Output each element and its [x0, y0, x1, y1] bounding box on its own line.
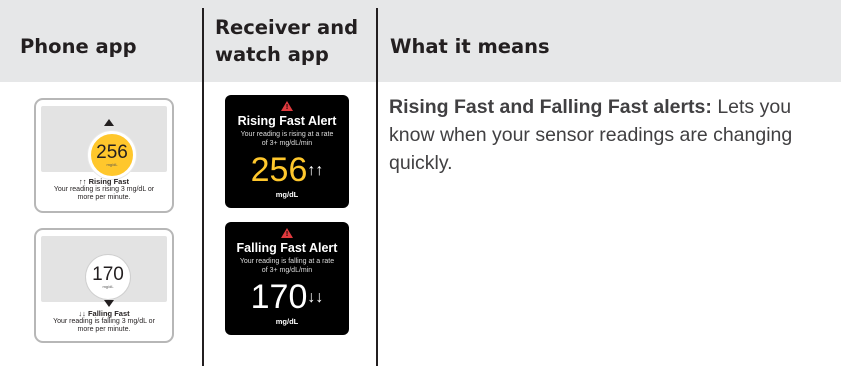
- column-divider: [202, 8, 204, 366]
- glucose-reading: 170↓↓: [225, 280, 349, 315]
- warning-exclamation: !: [285, 104, 289, 111]
- receiver-falling-fast-alert: ! Falling Fast Alert Your reading is fal…: [225, 222, 349, 335]
- trend-up-arrow-icon: [104, 119, 114, 126]
- header-receiver-watch-app: Receiver and watch app: [215, 16, 359, 66]
- glucose-value: 170: [250, 278, 308, 316]
- trend-arrows: ↑↑: [307, 162, 324, 179]
- glucose-circle: 170 mg/dL: [86, 255, 130, 299]
- glucose-unit: mg/dL: [275, 317, 299, 326]
- alert-explanation: Rising Fast and Falling Fast alerts: Let…: [389, 93, 819, 177]
- alert-title: Falling Fast Alert: [236, 241, 338, 255]
- glucose-value: 170: [92, 264, 124, 285]
- phone-rising-fast-card: 256 mg/dL ↑↑ Rising Fast Your reading is…: [34, 98, 174, 213]
- trend-arrows: ↓↓: [307, 289, 324, 306]
- glucose-circle: 256 mg/dL: [88, 131, 136, 179]
- glucose-unit: mg/dL: [102, 284, 114, 289]
- header-phone-app: Phone app: [20, 35, 137, 58]
- alert-description: Your reading is falling at a rate of 3+ …: [239, 258, 335, 274]
- glucose-value: 256: [250, 151, 308, 189]
- glucose-reading: 256↑↑: [225, 153, 349, 188]
- header-what-it-means: What it means: [390, 35, 550, 58]
- alert-description: Your reading is rising at a rate of 3+ m…: [240, 131, 334, 147]
- alert-title: Rising Fast Alert: [237, 114, 337, 128]
- glucose-unit: mg/dL: [275, 190, 299, 199]
- glucose-unit: mg/dL: [106, 162, 118, 167]
- trend-description: Your reading is falling 3 mg/dL or more …: [53, 318, 155, 333]
- trend-title: ↓↓ Falling Fast: [78, 309, 130, 318]
- explanation-heading: Rising Fast and Falling Fast alerts:: [389, 96, 712, 118]
- glucose-value: 256: [96, 142, 128, 163]
- phone-screen: 170 mg/dL: [41, 236, 167, 307]
- phone-screen: 256 mg/dL: [41, 106, 167, 179]
- trend-description: Your reading is rising 3 mg/dL or more p…: [53, 186, 155, 201]
- column-divider: [376, 8, 378, 366]
- receiver-rising-fast-alert: ! Rising Fast Alert Your reading is risi…: [225, 95, 349, 208]
- trend-title: ↑↑ Rising Fast: [78, 177, 129, 186]
- warning-exclamation: !: [285, 231, 289, 238]
- phone-falling-fast-card: 170 mg/dL ↓↓ Falling Fast Your reading i…: [34, 228, 174, 343]
- trend-down-arrow-icon: [104, 300, 114, 307]
